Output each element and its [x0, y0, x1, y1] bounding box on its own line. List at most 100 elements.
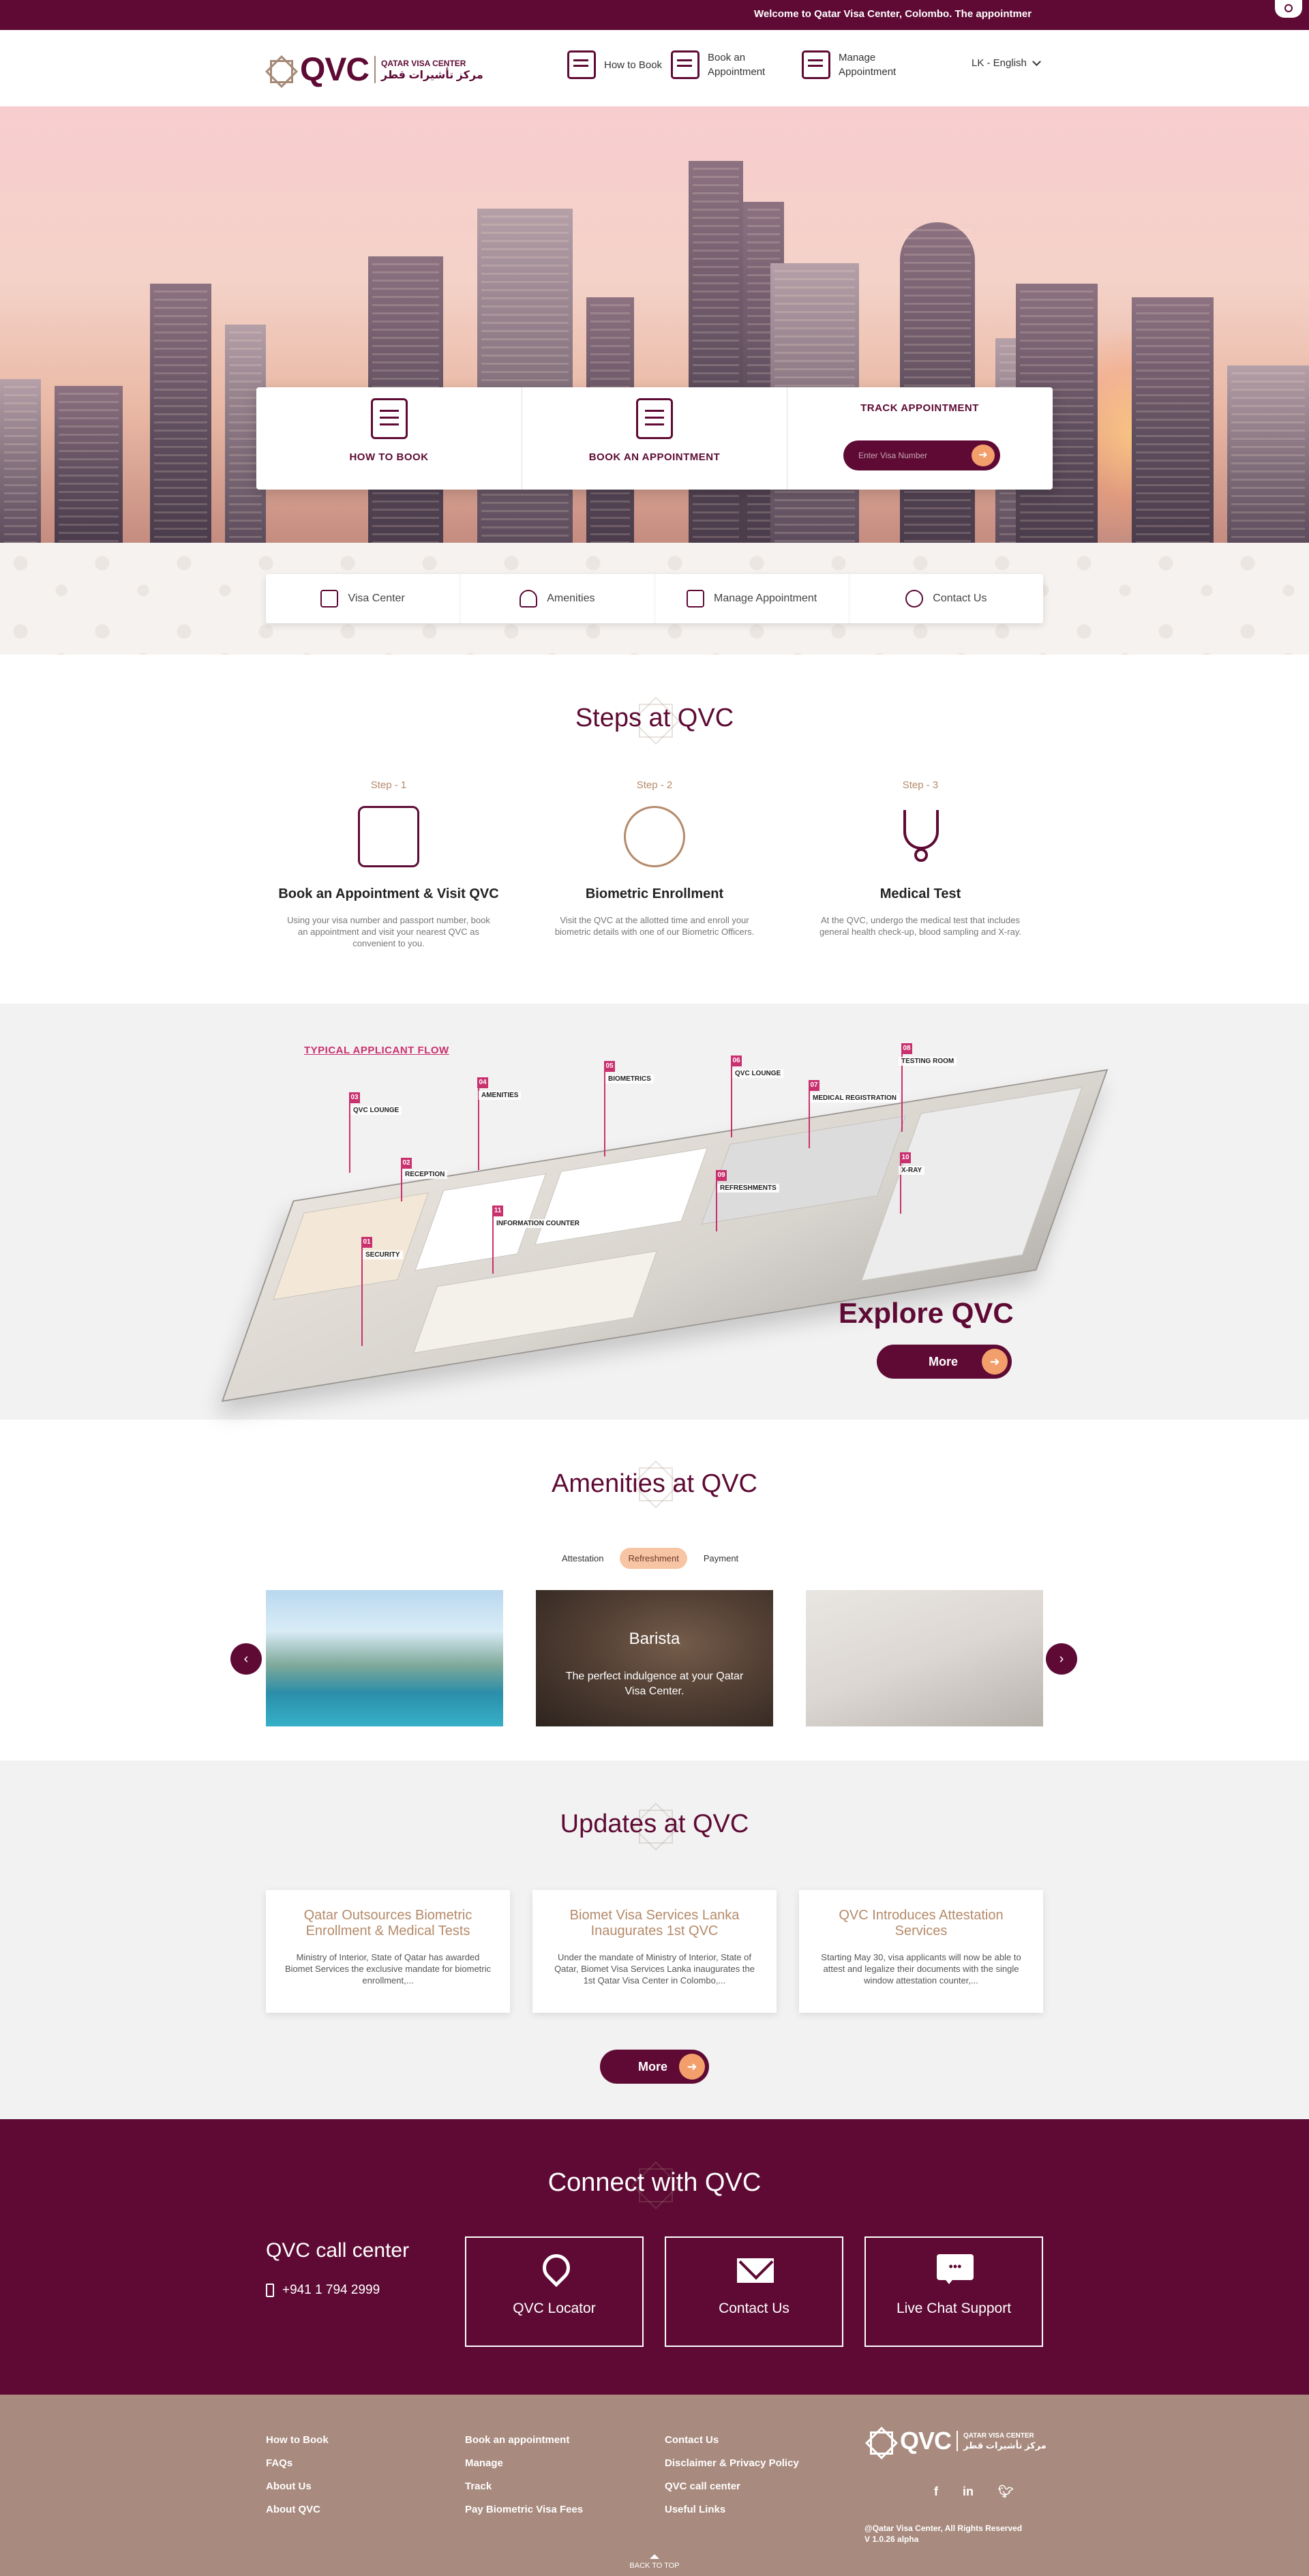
call-center-phone[interactable]: +941 1 794 2999	[266, 2283, 380, 2298]
footer-link[interactable]: Track	[465, 2481, 583, 2492]
accessibility-toggle[interactable]	[1275, 0, 1302, 18]
update-card[interactable]: Qatar Outsources Biometric Enrollment & …	[266, 1890, 510, 2013]
qvc-locator-button[interactable]: QVC Locator	[465, 2236, 644, 2347]
updates-more-button[interactable]: More ➜	[600, 2050, 709, 2084]
pin-number: 04	[477, 1077, 488, 1088]
hero-book-appointment[interactable]: BOOK AN APPOINTMENT	[522, 387, 787, 490]
amenity-card[interactable]	[266, 1590, 503, 1726]
footer-link[interactable]: Book an appointment	[465, 2434, 583, 2446]
footer-link[interactable]: Manage	[465, 2457, 583, 2469]
tab-payment[interactable]: Payment	[695, 1548, 747, 1569]
calendar-clock-icon	[671, 50, 699, 79]
chevron-left-icon: ‹	[243, 1651, 249, 1666]
flow-title: TYPICAL APPLICANT FLOW	[304, 1045, 449, 1056]
chat-bubble-icon	[937, 2254, 974, 2286]
footer-logo[interactable]: QVC QATAR VISA CENTER مركز تأشيرات قطر	[864, 2426, 1047, 2456]
explore-more-button[interactable]: More ➜	[877, 1345, 1012, 1379]
arrow-right-icon: ➜	[982, 1349, 1008, 1375]
footer-link[interactable]: Useful Links	[665, 2504, 799, 2515]
site-footer: How to Book FAQs About Us About QVC Book…	[0, 2395, 1309, 2576]
phone-chat-icon	[905, 590, 924, 608]
skyline-tower	[1227, 365, 1309, 543]
footer-link[interactable]: How to Book	[266, 2434, 329, 2446]
step-title: Book an Appointment & Visit QVC	[278, 886, 499, 901]
tab-attestation[interactable]: Attestation	[554, 1548, 612, 1569]
update-title: Biomet Visa Services Lanka Inaugurates 1…	[569, 1908, 740, 1938]
step-card: Step - 1 Book an Appointment & Visit QVC…	[259, 779, 518, 949]
button-label: More	[638, 2060, 668, 2073]
facebook-icon[interactable]: f	[934, 2485, 938, 2499]
logo-text: QATAR VISA CENTER مركز تأشيرات قطر	[963, 2431, 1047, 2451]
carousel-next-button[interactable]: ›	[1046, 1643, 1077, 1675]
footer-link[interactable]: QVC call center	[665, 2481, 799, 2492]
footer-link[interactable]: Pay Biometric Visa Fees	[465, 2504, 583, 2515]
carousel-prev-button[interactable]: ‹	[230, 1643, 262, 1675]
pin-label: SECURITY	[363, 1250, 403, 1259]
footer-link[interactable]: Contact Us	[665, 2434, 799, 2446]
calendar-check-icon	[687, 590, 705, 608]
logo-name-en: QATAR VISA CENTER	[381, 59, 466, 68]
connect-section: Connect with QVC QVC call center +941 1 …	[0, 2119, 1309, 2395]
pin-number: 02	[401, 1158, 412, 1169]
edit-document-icon	[567, 50, 596, 79]
location-pin-icon	[537, 2254, 571, 2286]
footer-column: Contact Us Disclaimer & Privacy Policy Q…	[665, 2434, 799, 2527]
update-card[interactable]: Biomet Visa Services Lanka Inaugurates 1…	[532, 1890, 777, 2013]
pin-label: MEDICAL REGISTRATION	[810, 1094, 899, 1103]
call-center-title: QVC call center	[266, 2239, 410, 2262]
update-card[interactable]: QVC Introduces Attestation Services Star…	[799, 1890, 1043, 2013]
footer-link[interactable]: About QVC	[266, 2504, 329, 2515]
step-number: Step - 2	[636, 779, 673, 791]
quick-link-amenities[interactable]: Amenities	[460, 574, 654, 623]
pin-number: 09	[716, 1170, 727, 1181]
contact-us-button[interactable]: Contact Us	[665, 2236, 843, 2347]
pin-label: AMENITIES	[479, 1091, 522, 1100]
footer-link[interactable]: FAQs	[266, 2457, 329, 2469]
quick-link-label: Amenities	[547, 593, 595, 604]
nav-label: How to Book	[604, 59, 663, 71]
announcement-text: Welcome to Qatar Visa Center, Colombo. T…	[754, 8, 1032, 20]
connect-title: Connect with QVC	[547, 2168, 762, 2197]
step-description: Visit the QVC at the allotted time and e…	[554, 915, 755, 937]
pin-label: INFORMATION COUNTER	[494, 1219, 583, 1228]
twitter-icon[interactable]: 🐦︎	[998, 2485, 1014, 2499]
pin-label: QVC LOUNGE	[732, 1069, 784, 1078]
quick-link-manage-appointment[interactable]: Manage Appointment	[654, 574, 849, 623]
amenity-card[interactable]	[806, 1590, 1043, 1726]
site-header: QVC QATAR VISA CENTER مركز تأشيرات قطر H…	[0, 30, 1309, 106]
logo-divider	[374, 56, 376, 83]
accessibility-icon	[1284, 4, 1293, 12]
quick-link-visa-center[interactable]: Visa Center	[266, 574, 460, 623]
nav-book-appointment[interactable]: Book an Appointment	[671, 50, 769, 79]
nav-manage-appointment[interactable]: Manage Appointment	[802, 50, 900, 79]
fingerprint-touch-icon	[624, 806, 685, 867]
nav-how-to-book[interactable]: How to Book	[567, 50, 665, 79]
update-title: Qatar Outsources Biometric Enrollment & …	[303, 1908, 472, 1938]
quick-link-contact-us[interactable]: Contact Us	[848, 574, 1043, 623]
pin-number: 05	[604, 1061, 615, 1072]
logo-mark: QVC	[300, 51, 370, 88]
update-title: QVC Introduces Attestation Services	[839, 1908, 1004, 1938]
skyline-tower	[1132, 297, 1214, 543]
tab-refreshment[interactable]: Refreshment	[620, 1548, 687, 1569]
edit-document-icon	[370, 398, 408, 439]
linkedin-icon[interactable]: in	[963, 2485, 974, 2499]
footer-link[interactable]: About Us	[266, 2481, 329, 2492]
quick-link-label: Manage Appointment	[714, 593, 817, 604]
logo-star-icon	[864, 2426, 894, 2456]
qvc-logo[interactable]: QVC QATAR VISA CENTER مركز تأشيرات قطر	[265, 49, 483, 90]
copyright-text: @Qatar Visa Center, All Rights Reserved	[864, 2523, 1023, 2533]
track-submit-button[interactable]: ➜	[972, 445, 995, 466]
language-selector[interactable]: LK - English	[972, 57, 1041, 69]
step-card: Step - 3 Medical Test At the QVC, underg…	[791, 779, 1050, 938]
live-chat-button[interactable]: Live Chat Support	[864, 2236, 1043, 2347]
footer-link[interactable]: Disclaimer & Privacy Policy	[665, 2457, 799, 2469]
step-title: Medical Test	[879, 886, 961, 901]
hero-how-to-book[interactable]: HOW TO BOOK	[256, 387, 522, 490]
step-description: Using your visa number and passport numb…	[287, 915, 490, 948]
amenity-card-featured[interactable]: Barista The perfect indulgence at your Q…	[536, 1590, 773, 1726]
logo-star-icon	[265, 55, 295, 85]
mobile-phone-icon	[266, 2283, 274, 2297]
calendar-check-icon	[802, 50, 830, 79]
back-to-top-link[interactable]: BACK TO TOP	[0, 2554, 1309, 2570]
